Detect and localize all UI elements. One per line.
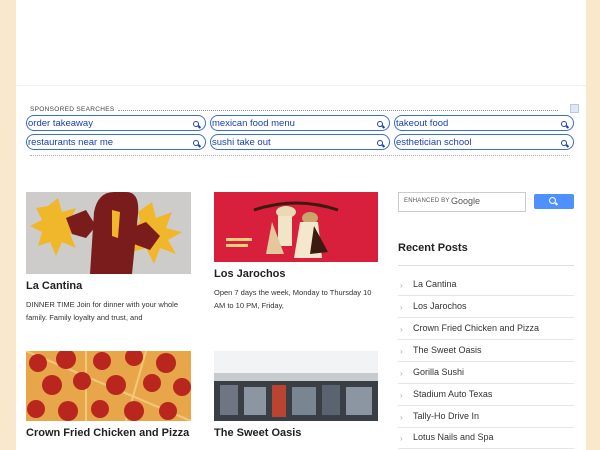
recent-post-item[interactable]: › Stadium Auto Texas — [398, 384, 574, 406]
recent-post-item[interactable]: › Tally-Ho Drive In — [398, 406, 574, 428]
ad-link-label: sushi take out — [212, 137, 271, 148]
ad-link-esthetician-school[interactable]: esthetician school — [394, 134, 574, 150]
post-title[interactable]: Los Jarochos — [214, 268, 286, 280]
recent-post-item[interactable]: › The Sweet Oasis — [398, 340, 574, 362]
header-area — [16, 0, 586, 86]
recent-post-item[interactable]: › Gorilla Sushi — [398, 362, 574, 384]
storefront-image — [214, 351, 378, 421]
recent-post-link[interactable]: La Cantina — [413, 279, 457, 289]
recent-post-item[interactable]: › Lotus Nails and Spa — [398, 427, 574, 449]
post-excerpt: Open 7 days the week, Monday to Thursday… — [214, 288, 372, 310]
chevron-right-icon: › — [400, 347, 403, 356]
post-card-la-cantina: La Cantina DINNER TIME Join for dinner w… — [26, 192, 191, 332]
search-icon — [549, 197, 556, 204]
post-thumbnail[interactable] — [26, 192, 191, 274]
ad-link-label: esthetician school — [396, 137, 472, 148]
chevron-right-icon: › — [400, 369, 403, 378]
search-icon — [193, 121, 199, 127]
ad-link-restaurants-near-me[interactable]: restaurants near me — [26, 134, 206, 150]
chevron-right-icon: › — [400, 391, 403, 400]
search-icon — [377, 140, 383, 146]
ad-link-sushi-take-out[interactable]: sushi take out — [210, 134, 390, 150]
post-title[interactable]: La Cantina — [26, 280, 82, 292]
recent-post-link[interactable]: The Sweet Oasis — [413, 345, 482, 355]
recent-post-link[interactable]: Crown Fried Chicken and Pizza — [413, 323, 539, 333]
recent-post-item[interactable]: › Los Jarochos — [398, 296, 574, 318]
recent-post-link[interactable]: Gorilla Sushi — [413, 367, 464, 377]
post-card-the-sweet-oasis: The Sweet Oasis — [214, 351, 379, 450]
search-icon — [561, 140, 567, 146]
search-button[interactable] — [534, 194, 574, 209]
ad-link-label: takeout food — [396, 118, 449, 129]
post-title[interactable]: The Sweet Oasis — [214, 427, 301, 439]
recent-posts-divider — [398, 265, 574, 266]
chevron-right-icon: › — [400, 281, 403, 290]
site-search-input[interactable]: ENHANCED BY Google — [398, 192, 526, 212]
sponsored-searches: SPONSORED SEARCHES order takeaway mexica… — [26, 104, 579, 159]
google-logo: Google — [451, 196, 481, 206]
ad-link-label: mexican food menu — [212, 118, 295, 129]
sponsored-title: SPONSORED SEARCHES — [30, 106, 115, 113]
search-icon — [193, 140, 199, 146]
ad-link-takeout-food[interactable]: takeout food — [394, 115, 574, 131]
recent-posts-heading: Recent Posts — [398, 242, 468, 254]
post-card-crown-fried-chicken: Crown Fried Chicken and Pizza — [26, 351, 191, 450]
sponsored-divider — [118, 110, 558, 111]
search-icon — [561, 121, 567, 127]
chevron-right-icon: › — [400, 434, 403, 443]
ad-link-label: order takeaway — [28, 118, 93, 129]
recent-post-link[interactable]: Los Jarochos — [413, 301, 467, 311]
cactus-logo-image — [26, 192, 191, 274]
ad-link-mexican-food-menu[interactable]: mexican food menu — [210, 115, 390, 131]
search-enhanced-label: ENHANCED BY — [404, 198, 450, 204]
ad-link-label: restaurants near me — [28, 137, 114, 148]
recent-post-link[interactable]: Lotus Nails and Spa — [413, 432, 494, 442]
dancers-flyer-image — [214, 192, 378, 262]
recent-post-item[interactable]: › Crown Fried Chicken and Pizza — [398, 318, 574, 340]
recent-post-link[interactable]: Tally-Ho Drive In — [413, 411, 479, 421]
post-title[interactable]: Crown Fried Chicken and Pizza — [26, 427, 189, 439]
post-thumbnail[interactable] — [214, 351, 378, 421]
chevron-right-icon: › — [400, 413, 403, 422]
chevron-right-icon: › — [400, 303, 403, 312]
chevron-right-icon: › — [400, 325, 403, 334]
post-card-los-jarochos: Los Jarochos Open 7 days the week, Monda… — [214, 192, 379, 322]
post-thumbnail[interactable] — [26, 351, 191, 421]
post-thumbnail[interactable] — [214, 192, 378, 262]
sponsored-bottom-divider — [30, 155, 570, 156]
ad-link-order-takeaway[interactable]: order takeaway — [26, 115, 206, 131]
recent-post-item[interactable]: › La Cantina — [398, 274, 574, 296]
pizza-image — [26, 351, 191, 421]
post-excerpt: DINNER TIME Join for dinner with your wh… — [26, 300, 178, 322]
adchoices-icon[interactable] — [570, 104, 579, 113]
search-icon — [377, 121, 383, 127]
recent-post-link[interactable]: Stadium Auto Texas — [413, 389, 492, 399]
